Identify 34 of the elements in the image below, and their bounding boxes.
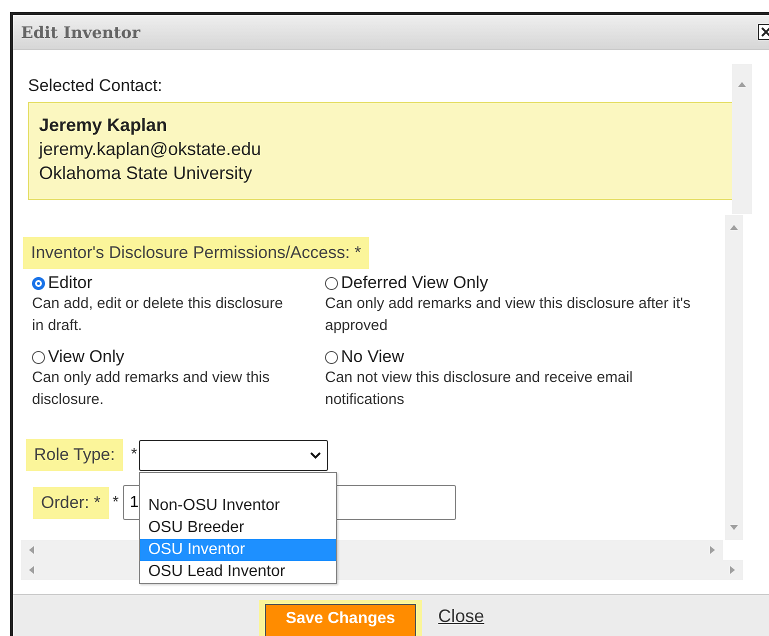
radio-option[interactable]: Editor <box>32 273 92 293</box>
scroll-right-icon[interactable] <box>710 546 715 554</box>
close-icon <box>761 27 769 37</box>
scroll-down-icon[interactable] <box>730 525 738 530</box>
option-description: Can only add remarks and view this disclosure after it's approved <box>325 294 692 336</box>
contact-name: Jeremy Kaplan <box>39 114 168 137</box>
field-label: Order: * <box>33 486 109 518</box>
section-label: Selected Contact: <box>28 76 164 96</box>
scroll-left-icon[interactable] <box>29 546 34 554</box>
vertical-scrollbar[interactable] <box>732 64 752 214</box>
field-label: Role Type: <box>26 439 123 471</box>
option-description: Can add, edit or delete this disclosure in draft. <box>32 294 284 336</box>
radio-option[interactable]: View Only <box>32 347 124 367</box>
radio-option[interactable]: No View <box>325 347 404 367</box>
required-mark: * <box>112 494 119 512</box>
role-type-dropdown[interactable] <box>139 440 328 470</box>
option-description: Can not view this disclosure and receive email notifications <box>325 368 634 410</box>
field-label: Inventor's Disclosure Permissions/Access: * <box>23 237 370 269</box>
contact-email: jeremy.kaplan@okstate.edu <box>39 138 262 161</box>
required-mark: * <box>130 446 138 464</box>
window-title: Edit Inventor <box>21 22 142 42</box>
scroll-up-icon[interactable] <box>730 225 738 230</box>
vertical-scrollbar[interactable] <box>725 215 743 540</box>
scroll-right-icon[interactable] <box>730 566 735 574</box>
option-description: Can only add remarks and view this disclosure. <box>32 368 271 410</box>
radio-option[interactable]: Deferred View Only <box>325 273 488 293</box>
close-link[interactable]: Close <box>438 606 484 626</box>
dropdown-option[interactable]: OSU Lead Inventor <box>140 560 336 582</box>
dropdown-option[interactable]: OSU Breeder <box>140 516 336 538</box>
chevron-down-icon <box>310 452 322 458</box>
contact-organization: Oklahoma State University <box>39 162 252 185</box>
scroll-up-icon[interactable] <box>738 82 746 87</box>
scroll-left-icon[interactable] <box>29 566 34 574</box>
dropdown-option[interactable]: Non-OSU Inventor <box>140 494 336 516</box>
